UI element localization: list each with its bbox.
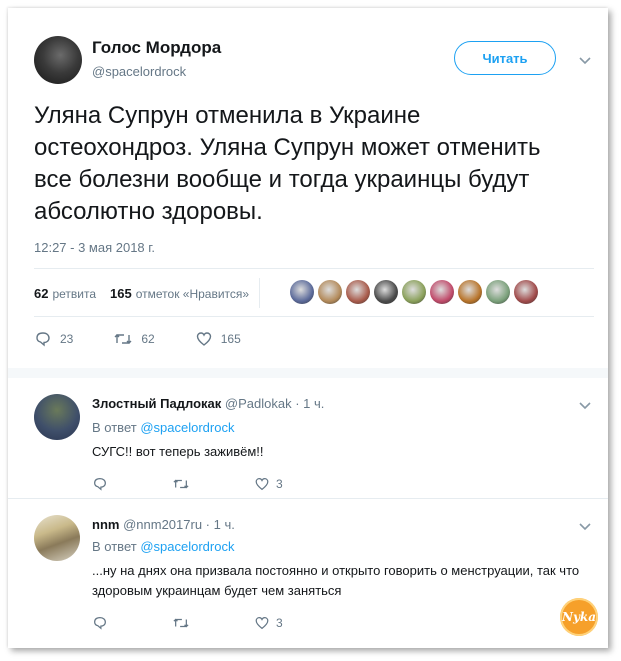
main-tweet: Голос Мордора @spacelordrock Читать Улян…	[8, 8, 608, 368]
tweet-stats: 62 ретвита 165 отметок «Нравится»	[34, 278, 270, 308]
reply-tweet[interactable]: nnm @nnm2017ru · 1 ч. В ответ @spacelord…	[8, 499, 608, 648]
tweet-card: Голос Мордора @spacelordrock Читать Улян…	[8, 8, 608, 648]
in-reply-to: В ответ @spacelordrock	[92, 420, 235, 435]
section-divider	[8, 368, 608, 378]
tweet-actions: 23 62 165	[34, 330, 281, 348]
reply-tweet[interactable]: Злостный Падлокак @Padlokak · 1 ч. В отв…	[8, 378, 608, 498]
liker-avatar[interactable]	[458, 280, 482, 304]
reply-avatar[interactable]	[34, 394, 80, 440]
reply-button[interactable]	[92, 615, 114, 631]
liker-avatar[interactable]	[318, 280, 342, 304]
liker-avatar[interactable]	[346, 280, 370, 304]
reply-text: ...ну на днях она призвала постоянно и о…	[92, 563, 580, 598]
heart-icon	[255, 478, 269, 491]
reply-count: 23	[60, 332, 74, 346]
retweet-icon	[114, 334, 132, 344]
like-button[interactable]: 3	[254, 615, 283, 631]
divider	[34, 268, 594, 269]
retweet-icon	[173, 618, 189, 628]
tweet-timestamp[interactable]: 12:27 - 3 мая 2018 г.	[34, 240, 155, 255]
liker-avatar[interactable]	[486, 280, 510, 304]
reply-button[interactable]: 23	[34, 330, 73, 348]
reply-actions: 3	[92, 615, 341, 631]
follow-button[interactable]: Читать	[454, 41, 556, 75]
heart-icon	[255, 617, 269, 630]
liker-avatar[interactable]	[402, 280, 426, 304]
tweet-text: Уляна Супрун отменила в Украине остеохон…	[34, 102, 541, 225]
reply-actions: 3	[92, 476, 341, 492]
chevron-down-icon[interactable]	[578, 54, 592, 68]
reply-avatar[interactable]	[34, 515, 80, 561]
reply-icon	[36, 332, 50, 347]
liker-avatar[interactable]	[374, 280, 398, 304]
retweets-stat[interactable]: 62 ретвита	[34, 286, 96, 301]
reply-handle: @Padlokak	[224, 396, 292, 411]
liker-avatars	[290, 280, 542, 304]
liker-avatar[interactable]	[290, 280, 314, 304]
like-button[interactable]: 165	[195, 330, 241, 348]
liker-avatar[interactable]	[514, 280, 538, 304]
reply-handle: @nnm2017ru	[123, 517, 203, 532]
watermark-logo: Nyka	[560, 598, 598, 636]
like-count: 3	[276, 477, 283, 491]
divider	[34, 316, 594, 317]
in-reply-to: В ответ @spacelordrock	[92, 539, 235, 554]
liker-avatar[interactable]	[430, 280, 454, 304]
like-count: 165	[220, 332, 241, 346]
reply-time[interactable]: · 1 ч.	[206, 517, 235, 532]
like-count: 3	[276, 616, 283, 630]
author-handle[interactable]: @spacelordrock	[92, 64, 186, 79]
retweet-count: 62	[141, 332, 155, 346]
retweet-button[interactable]	[172, 615, 196, 631]
reply-author[interactable]: Злостный Падлокак @Padlokak · 1 ч.	[92, 396, 324, 411]
reply-author[interactable]: nnm @nnm2017ru · 1 ч.	[92, 517, 235, 532]
like-button[interactable]: 3	[254, 476, 283, 492]
author-name[interactable]: Голос Мордора	[92, 38, 221, 58]
stats-divider	[259, 278, 261, 308]
heart-icon	[196, 332, 211, 346]
retweet-icon	[173, 479, 189, 489]
retweet-button[interactable]: 62	[113, 330, 155, 348]
reply-icon	[94, 617, 106, 630]
reply-text: СУГС!! вот теперь заживём!!	[92, 444, 264, 459]
chevron-down-icon[interactable]	[578, 399, 592, 413]
retweet-button[interactable]	[172, 476, 196, 492]
likes-stat[interactable]: 165 отметок «Нравится»	[110, 286, 249, 301]
author-avatar[interactable]	[34, 36, 82, 84]
in-reply-handle-link[interactable]: @spacelordrock	[140, 420, 234, 435]
reply-icon	[94, 478, 106, 491]
in-reply-handle-link[interactable]: @spacelordrock	[140, 539, 234, 554]
reply-button[interactable]	[92, 476, 114, 492]
reply-time[interactable]: · 1 ч.	[295, 396, 324, 411]
chevron-down-icon[interactable]	[578, 520, 592, 534]
